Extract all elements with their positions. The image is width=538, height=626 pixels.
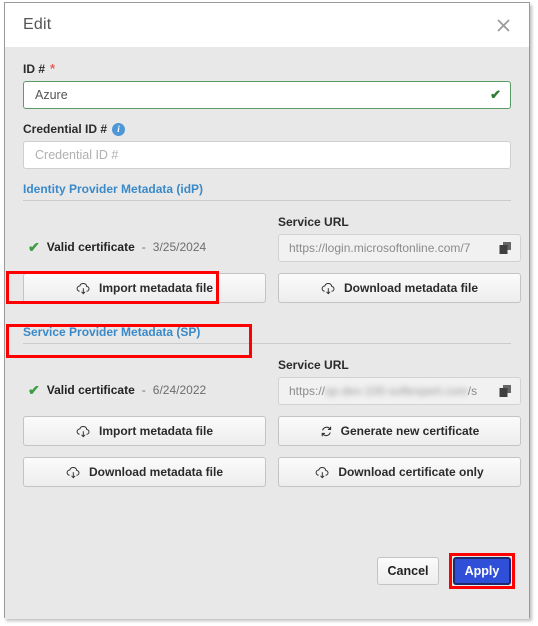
apply-button[interactable]: Apply [453, 557, 511, 585]
dialog-footer: Cancel Apply [377, 553, 515, 589]
cloud-download-icon [321, 282, 336, 295]
apply-button-wrapper: Apply [449, 553, 515, 589]
sp-status-row: ✔ Valid certificate - 6/24/2022 Service … [23, 358, 521, 405]
cloud-upload-icon [76, 282, 91, 295]
cloud-download-icon [315, 466, 330, 479]
sp-import-metadata-button[interactable]: Import metadata file [23, 416, 266, 446]
check-icon: ✔ [28, 381, 40, 398]
sp-service-url-field[interactable]: https:// sp-dev-100-softexpert.com /s [278, 377, 521, 405]
idp-cert-sep: - [141, 240, 146, 254]
idp-section-heading: Identity Provider Metadata (idP) [23, 182, 511, 201]
idp-download-label: Download metadata file [343, 281, 479, 295]
sp-cert-date: 6/24/2022 [152, 383, 207, 397]
cancel-button[interactable]: Cancel [377, 557, 439, 585]
valid-check-icon: ✔ [490, 87, 501, 102]
sp-buttons-row-1: Import metadata file Generate new certif… [23, 416, 521, 446]
sp-cert-column: ✔ Valid certificate - 6/24/2022 [23, 358, 266, 405]
sp-download-certificate-button[interactable]: Download certificate only [278, 457, 521, 487]
idp-import-column: Import metadata file [23, 273, 266, 303]
idp-download-metadata-button[interactable]: Download metadata file [278, 273, 521, 303]
idp-import-label: Import metadata file [98, 281, 214, 295]
info-icon[interactable]: i [112, 122, 126, 136]
credential-input[interactable]: Credential ID # [23, 141, 511, 169]
id-field-label: ID # * [23, 61, 511, 76]
sp-generate-certificate-button[interactable]: Generate new certificate [278, 416, 521, 446]
close-icon[interactable] [491, 13, 515, 37]
copy-icon[interactable] [499, 385, 512, 398]
credential-input-placeholder: Credential ID # [35, 148, 119, 162]
sp-import-column: Import metadata file [23, 416, 266, 446]
sp-certificate-status: ✔ Valid certificate - 6/24/2022 [23, 375, 266, 405]
credential-label-text: Credential ID # [23, 122, 108, 136]
idp-import-metadata-button[interactable]: Import metadata file [23, 273, 266, 303]
sp-download-column: Download metadata file [23, 457, 266, 487]
dialog-titlebar: Edit [5, 3, 529, 47]
sp-section-heading: Service Provider Metadata (SP) [23, 325, 511, 344]
check-icon: ✔ [28, 238, 40, 255]
cloud-upload-icon [76, 425, 91, 438]
sp-generate-column: Generate new certificate [278, 416, 521, 446]
page-title: Edit [23, 16, 52, 33]
sp-url-suffix: /s [467, 384, 478, 398]
idp-status-row: ✔ Valid certificate - 3/25/2024 Service … [23, 215, 521, 262]
cloud-download-icon [66, 466, 81, 479]
sp-cert-label: Valid certificate [46, 383, 135, 397]
refresh-icon [320, 425, 333, 438]
idp-service-url-label: Service URL [278, 215, 349, 229]
idp-cert-date: 3/25/2024 [152, 240, 207, 254]
id-input[interactable]: Azure ✔ [23, 81, 511, 109]
credential-field-label: Credential ID # i [23, 122, 511, 136]
copy-icon[interactable] [499, 242, 512, 255]
sp-generate-label: Generate new certificate [340, 424, 480, 438]
sp-download-metadata-button[interactable]: Download metadata file [23, 457, 266, 487]
id-label-text: ID # [23, 61, 46, 76]
id-input-value: Azure [35, 88, 68, 102]
sp-cert-sep: - [141, 383, 146, 397]
idp-url-column: Service URL https://login.microsoftonlin… [278, 215, 521, 262]
idp-cert-label: Valid certificate [46, 240, 135, 254]
sp-download-cert-label: Download certificate only [338, 465, 484, 479]
edit-dialog: Edit ID # * Azure ✔ Credential ID # i Cr… [4, 2, 530, 619]
sp-download-label: Download metadata file [88, 465, 224, 479]
idp-buttons-row: Import metadata file Download metadata f… [23, 273, 521, 303]
sp-buttons-row-2: Download metadata file Download certific… [23, 457, 521, 487]
sp-import-label: Import metadata file [98, 424, 214, 438]
idp-cert-column: ✔ Valid certificate - 3/25/2024 [23, 215, 266, 262]
dialog-body: ID # * Azure ✔ Credential ID # i Credent… [5, 47, 529, 619]
sp-url-column: Service URL https:// sp-dev-100-softexpe… [278, 358, 521, 405]
sp-url-prefix: https:// [289, 384, 326, 398]
required-marker: * [50, 61, 56, 76]
idp-certificate-status: ✔ Valid certificate - 3/25/2024 [23, 232, 266, 262]
idp-service-url-value: https://login.microsoftonline.com/7 [289, 241, 471, 255]
sp-url-redacted: sp-dev-100-softexpert.com [325, 384, 468, 398]
sp-service-url-label: Service URL [278, 358, 349, 372]
sp-download-cert-column: Download certificate only [278, 457, 521, 487]
idp-service-url-field[interactable]: https://login.microsoftonline.com/7 [278, 234, 521, 262]
idp-download-column: Download metadata file [278, 273, 521, 303]
